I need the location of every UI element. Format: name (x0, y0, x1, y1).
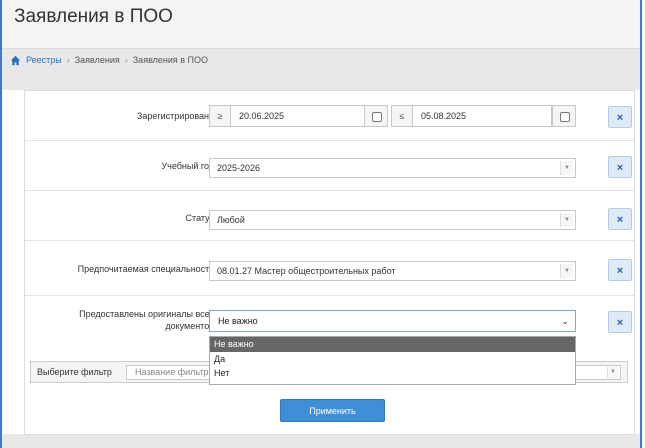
apply-button[interactable]: Применить (280, 399, 385, 422)
clear-registered-button[interactable]: × (608, 106, 632, 128)
clear-status-button[interactable]: × (608, 208, 632, 230)
window-frame-right (640, 0, 642, 448)
breadcrumb-current: Заявления в ПОО (132, 55, 209, 65)
content-background-bottom (2, 434, 640, 448)
date-from-toggle[interactable] (364, 105, 388, 127)
caret-down-icon: ▼ (560, 213, 573, 227)
caret-down-icon: ▼ (560, 161, 573, 175)
date-to-toggle[interactable] (552, 105, 576, 127)
originals-value: Не важно (218, 316, 258, 326)
home-icon[interactable] (10, 55, 21, 66)
page-header: Заявления в ПОО (2, 0, 640, 48)
date-to-input[interactable]: 05.08.2025 (412, 105, 552, 127)
chevron-down-icon: ⌄ (561, 316, 569, 326)
caret-down-icon: ▼ (560, 264, 573, 278)
originals-dropdown: Не важно Да Нет (209, 336, 576, 385)
originals-label-line1: Предоставлены оригиналы всех (79, 309, 214, 319)
breadcrumb-applications[interactable]: Заявления (75, 55, 120, 65)
chevron-right-icon: › (66, 55, 70, 65)
filter-picker-placeholder: Название фильтра (135, 367, 214, 377)
dropdown-option-not-important[interactable]: Не важно (210, 337, 575, 352)
originals-label: Предоставлены оригиналы всех документов (79, 308, 214, 332)
filter-row-status: Статус Любой ▼ × (25, 191, 634, 241)
status-select[interactable]: Любой ▼ (209, 210, 576, 230)
filter-row-specialty: Предпочитаемая специальность 08.01.27 Ма… (25, 241, 634, 296)
specialty-select[interactable]: 08.01.27 Мастер общестроительных работ ▼ (209, 261, 576, 281)
originals-label-line2: документов (165, 321, 214, 331)
chevron-right-icon: › (124, 55, 128, 65)
academic-year-value: 2025-2026 (217, 163, 261, 173)
registered-label: Зарегистрировано (136, 111, 214, 121)
date-to-prefix: ≤ (391, 105, 413, 127)
breadcrumb-registries[interactable]: Реестры (26, 55, 62, 65)
specialty-value: 08.01.27 Мастер общестроительных работ (217, 266, 396, 276)
status-value: Любой (217, 215, 245, 225)
dropdown-option-no[interactable]: Нет (210, 366, 575, 380)
checkbox-icon (372, 112, 382, 122)
filter-row-academic-year: Учебный год 2025-2026 ▼ × (25, 141, 634, 191)
caret-down-icon: ▼ (607, 367, 618, 378)
page-title: Заявления в ПОО (14, 6, 173, 27)
date-from-prefix: ≥ (209, 105, 231, 127)
specialty-label: Предпочитаемая специальность (77, 264, 214, 274)
date-from-input[interactable]: 20.06.2025 (230, 105, 365, 127)
academic-year-select[interactable]: 2025-2026 ▼ (209, 158, 576, 178)
clear-specialty-button[interactable]: × (608, 259, 632, 281)
clear-originals-button[interactable]: × (608, 311, 632, 333)
breadcrumb: Реестры › Заявления › Заявления в ПОО (2, 48, 640, 74)
filter-picker-label: Выберите фильтр (37, 367, 112, 377)
academic-year-label: Учебный год (161, 161, 214, 171)
clear-academic-year-button[interactable]: × (608, 156, 632, 178)
filter-row-registered: Зарегистрировано ≥ 20.06.2025 ≤ 05.08.20… (25, 91, 634, 141)
content-background (2, 73, 640, 90)
dropdown-option-yes[interactable]: Да (210, 352, 575, 366)
filter-panel: Зарегистрировано ≥ 20.06.2025 ≤ 05.08.20… (24, 90, 635, 435)
checkbox-icon (560, 112, 570, 122)
originals-select[interactable]: Не важно ⌄ (209, 310, 576, 332)
